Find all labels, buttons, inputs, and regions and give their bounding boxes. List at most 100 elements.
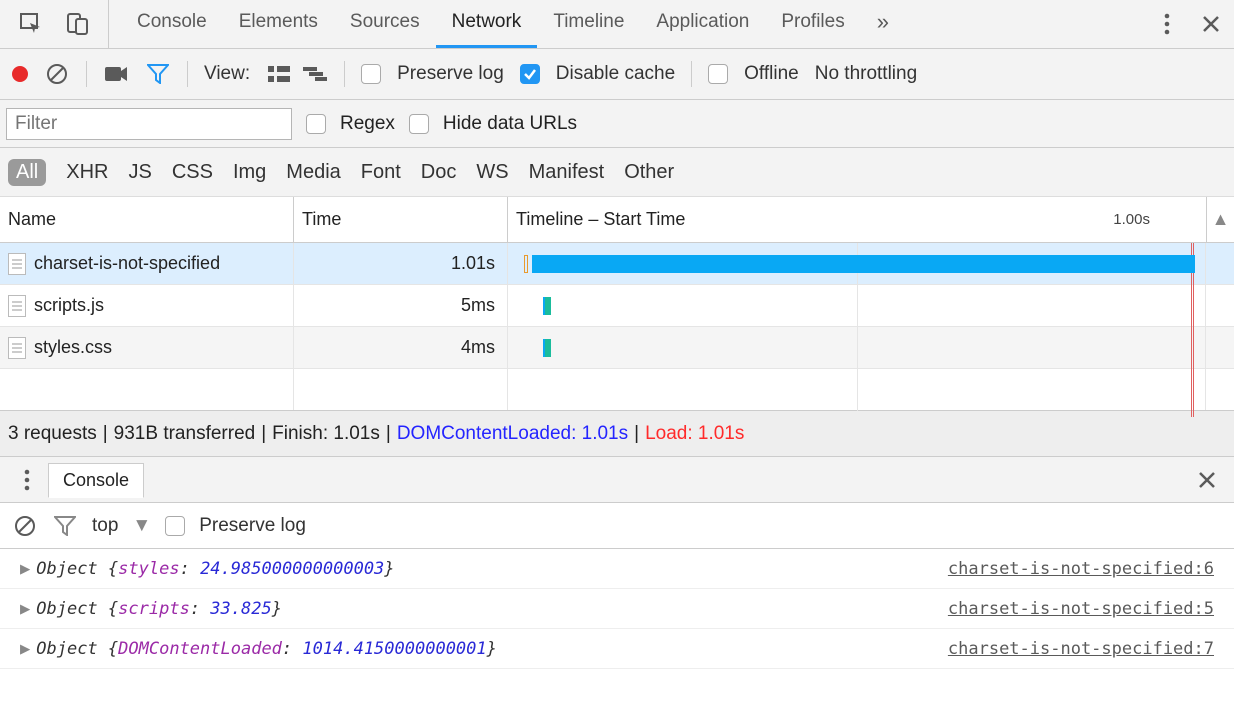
console-preserve-log-checkbox[interactable]: [165, 516, 185, 536]
log-object: Object: [36, 639, 97, 659]
col-timeline-label: Timeline – Start Time: [516, 209, 685, 230]
drawer-header: Console: [0, 457, 1234, 503]
request-grid: charset-is-not-specified 1.01s scripts.j…: [0, 243, 1234, 411]
disable-cache-checkbox[interactable]: [520, 64, 540, 84]
log-key: scripts: [118, 599, 190, 619]
chip-ws[interactable]: WS: [476, 161, 508, 184]
hide-data-urls-checkbox[interactable]: [409, 114, 429, 134]
filter-input[interactable]: [6, 108, 292, 140]
log-source[interactable]: charset-is-not-specified:6: [948, 559, 1214, 579]
sort-indicator-icon[interactable]: ▲: [1206, 197, 1234, 242]
table-header: Name Time Timeline – Start Time 1.00s ▲: [0, 197, 1234, 243]
log-value: 24.985000000000003: [200, 559, 384, 579]
tab-profiles[interactable]: Profiles: [765, 0, 860, 48]
table-row[interactable]: scripts.js 5ms: [0, 285, 1234, 327]
main-tabbar: Console Elements Sources Network Timelin…: [0, 0, 1234, 49]
chip-media[interactable]: Media: [286, 161, 340, 184]
preserve-log-label: Preserve log: [397, 63, 504, 85]
log-object: Object: [36, 599, 97, 619]
filter-bar: Regex Hide data URLs: [0, 100, 1234, 148]
chip-font[interactable]: Font: [361, 161, 401, 184]
offline-checkbox[interactable]: [708, 64, 728, 84]
document-icon: [8, 253, 26, 275]
chip-manifest[interactable]: Manifest: [529, 161, 605, 184]
regex-label: Regex: [340, 113, 395, 135]
drawer-tab-console[interactable]: Console: [48, 463, 144, 498]
row-timeline: [508, 243, 1206, 284]
device-icon[interactable]: [64, 11, 90, 37]
col-timeline[interactable]: Timeline – Start Time 1.00s: [508, 197, 1206, 242]
log-value: 33.825: [210, 599, 271, 619]
summary-load: Load: 1.01s: [645, 423, 744, 445]
document-icon: [8, 295, 26, 317]
log-value: 1014.4150000000001: [302, 639, 486, 659]
throttling-select[interactable]: No throttling: [815, 63, 917, 85]
log-key: DOMContentLoaded: [118, 639, 282, 659]
document-icon: [8, 337, 26, 359]
log-object: Object: [36, 559, 97, 579]
chip-js[interactable]: JS: [128, 161, 151, 184]
chip-img[interactable]: Img: [233, 161, 266, 184]
regex-checkbox[interactable]: [306, 114, 326, 134]
log-source[interactable]: charset-is-not-specified:7: [948, 639, 1214, 659]
close-icon[interactable]: [1198, 11, 1224, 37]
row-name: styles.css: [34, 337, 112, 358]
expand-icon[interactable]: ▶: [20, 559, 30, 579]
console-filter-icon[interactable]: [52, 513, 78, 539]
chip-css[interactable]: CSS: [172, 161, 213, 184]
row-name: charset-is-not-specified: [34, 253, 220, 274]
col-time[interactable]: Time: [294, 197, 508, 242]
inspect-icon[interactable]: [18, 11, 44, 37]
view-label: View:: [204, 63, 250, 85]
timeline-tick: 1.00s: [1113, 211, 1150, 228]
tab-timeline[interactable]: Timeline: [537, 0, 640, 48]
col-name[interactable]: Name: [0, 197, 294, 242]
log-source[interactable]: charset-is-not-specified:5: [948, 599, 1214, 619]
chevron-down-icon[interactable]: ▼: [132, 515, 151, 537]
clear-icon[interactable]: [44, 61, 70, 87]
drawer-close-icon[interactable]: [1194, 467, 1220, 493]
tab-sources[interactable]: Sources: [334, 0, 436, 48]
preserve-log-checkbox[interactable]: [361, 64, 381, 84]
table-row[interactable]: styles.css 4ms: [0, 327, 1234, 369]
chip-all[interactable]: All: [8, 159, 46, 186]
expand-icon[interactable]: ▶: [20, 639, 30, 659]
summary-transferred: 931B transferred: [114, 423, 256, 445]
console-context-select[interactable]: top: [92, 515, 118, 537]
log-row[interactable]: ▶ Object {styles: 24.985000000000003} ch…: [0, 549, 1234, 589]
drawer-kebab-icon[interactable]: [14, 467, 40, 493]
kebab-menu-icon[interactable]: [1154, 11, 1180, 37]
tabs-overflow-icon[interactable]: »: [861, 0, 905, 48]
network-toolbar: View: Preserve log Disable cache Offline…: [0, 49, 1234, 100]
console-toolbar: top ▼ Preserve log: [0, 503, 1234, 549]
tab-network[interactable]: Network: [436, 0, 538, 48]
summary-finish: Finish: 1.01s: [272, 423, 380, 445]
chip-xhr[interactable]: XHR: [66, 161, 108, 184]
expand-icon[interactable]: ▶: [20, 599, 30, 619]
filter-icon[interactable]: [145, 61, 171, 87]
chip-other[interactable]: Other: [624, 161, 674, 184]
blank-row: [0, 369, 1234, 411]
large-rows-icon[interactable]: [266, 61, 292, 87]
chip-doc[interactable]: Doc: [421, 161, 457, 184]
tab-console[interactable]: Console: [121, 0, 223, 48]
waterfall-icon[interactable]: [302, 61, 328, 87]
table-row[interactable]: charset-is-not-specified 1.01s: [0, 243, 1234, 285]
row-name: scripts.js: [34, 295, 104, 316]
row-time: 4ms: [294, 327, 508, 368]
row-timeline: [508, 327, 1206, 368]
log-key: styles: [118, 559, 179, 579]
log-row[interactable]: ▶ Object {DOMContentLoaded: 1014.4150000…: [0, 629, 1234, 669]
disable-cache-label: Disable cache: [556, 63, 675, 85]
console-clear-icon[interactable]: [12, 513, 38, 539]
camera-icon[interactable]: [103, 61, 129, 87]
summary-dcl: DOMContentLoaded: 1.01s: [397, 423, 628, 445]
console-preserve-log-label: Preserve log: [199, 515, 306, 537]
tab-elements[interactable]: Elements: [223, 0, 334, 48]
record-icon[interactable]: [12, 66, 28, 82]
hide-data-urls-label: Hide data URLs: [443, 113, 577, 135]
log-row[interactable]: ▶ Object {scripts: 33.825} charset-is-no…: [0, 589, 1234, 629]
row-timeline: [508, 285, 1206, 326]
summary-bar: 3 requests | 931B transferred | Finish: …: [0, 411, 1234, 457]
tab-application[interactable]: Application: [640, 0, 765, 48]
